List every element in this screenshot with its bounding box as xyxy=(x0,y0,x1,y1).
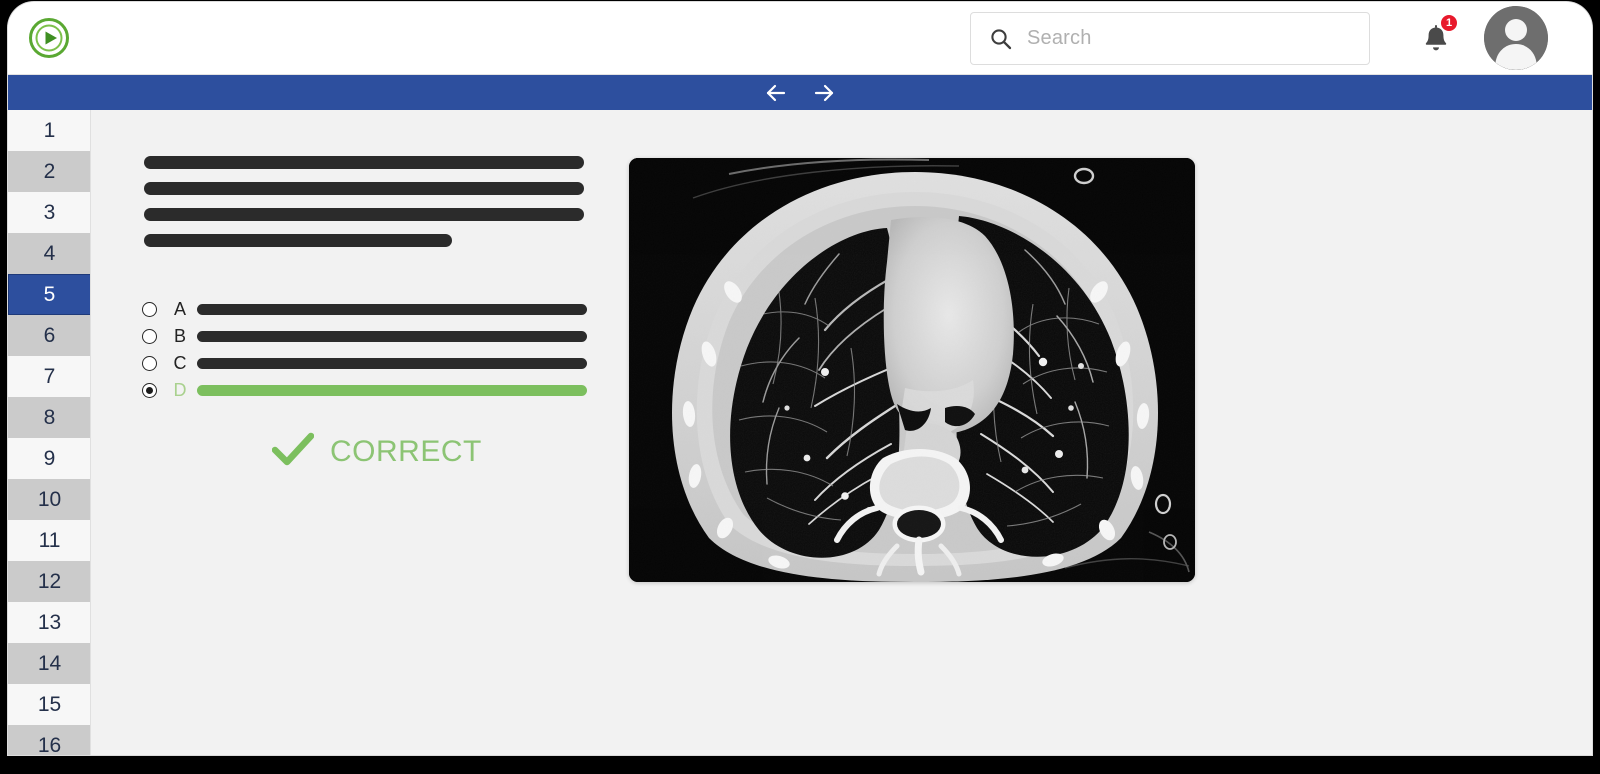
sidebar-item-8[interactable]: 8 xyxy=(8,397,91,438)
option-text-redacted-a xyxy=(197,304,587,315)
device-frame: Search 1 xyxy=(0,0,1600,774)
radio-c[interactable] xyxy=(142,356,157,371)
sidebar-item-9[interactable]: 9 xyxy=(8,438,91,479)
question-line-3 xyxy=(144,208,584,221)
option-row-c[interactable]: C xyxy=(142,350,587,377)
option-text-redacted-b xyxy=(197,331,587,342)
notification-badge: 1 xyxy=(1440,14,1458,32)
sidebar-item-3[interactable]: 3 xyxy=(8,192,91,233)
option-row-b[interactable]: B xyxy=(142,323,587,350)
option-row-a[interactable]: A xyxy=(142,296,587,323)
option-letter-a: A xyxy=(167,299,193,320)
radio-a[interactable] xyxy=(142,302,157,317)
search-input[interactable]: Search xyxy=(970,12,1370,65)
question-line-4 xyxy=(144,234,452,247)
feedback-label: CORRECT xyxy=(330,435,482,469)
radio-b[interactable] xyxy=(142,329,157,344)
question-text-redacted xyxy=(144,156,584,260)
sidebar-item-16[interactable]: 16 xyxy=(8,725,91,755)
sidebar-item-15[interactable]: 15 xyxy=(8,684,91,725)
search-placeholder-text: Search xyxy=(1027,27,1092,50)
arrow-right-icon[interactable] xyxy=(811,81,837,105)
question-line-2 xyxy=(144,182,584,195)
question-navigation-bar xyxy=(8,75,1592,110)
user-avatar-icon[interactable] xyxy=(1484,6,1548,70)
option-text-redacted-c xyxy=(197,358,587,369)
sidebar-item-13[interactable]: 13 xyxy=(8,602,91,643)
arrow-left-icon[interactable] xyxy=(763,81,789,105)
option-text-redacted-d xyxy=(197,385,587,396)
check-mark-icon xyxy=(272,432,314,471)
option-letter-b: B xyxy=(167,326,193,347)
sidebar-item-7[interactable]: 7 xyxy=(8,356,91,397)
sidebar-item-2[interactable]: 2 xyxy=(8,151,91,192)
sidebar-item-12[interactable]: 12 xyxy=(8,561,91,602)
sidebar-item-14[interactable]: 14 xyxy=(8,643,91,684)
main-content: ABCD CORRECT xyxy=(92,110,1592,755)
sidebar-item-5[interactable]: 5 xyxy=(8,274,91,315)
option-letter-d: D xyxy=(167,380,193,401)
option-row-d[interactable]: D xyxy=(142,377,587,404)
option-letter-c: C xyxy=(167,353,193,374)
sidebar-item-6[interactable]: 6 xyxy=(8,315,91,356)
feedback-banner: CORRECT xyxy=(272,432,482,471)
question-line-1 xyxy=(144,156,584,169)
sidebar-item-10[interactable]: 10 xyxy=(8,479,91,520)
app-page: Search 1 xyxy=(8,2,1592,755)
sidebar-item-4[interactable]: 4 xyxy=(8,233,91,274)
sidebar-item-1[interactable]: 1 xyxy=(8,110,91,151)
search-icon xyxy=(989,27,1013,51)
question-list-sidebar[interactable]: 12345678910111213141516 xyxy=(8,110,91,755)
notifications-button[interactable]: 1 xyxy=(1414,16,1460,62)
radio-d[interactable] xyxy=(142,383,157,398)
play-circle-logo[interactable] xyxy=(28,17,70,59)
app-header: Search 1 xyxy=(8,2,1592,75)
answer-options[interactable]: ABCD xyxy=(142,296,587,404)
sidebar-item-11[interactable]: 11 xyxy=(8,520,91,561)
ct-scan-image[interactable] xyxy=(629,158,1195,582)
